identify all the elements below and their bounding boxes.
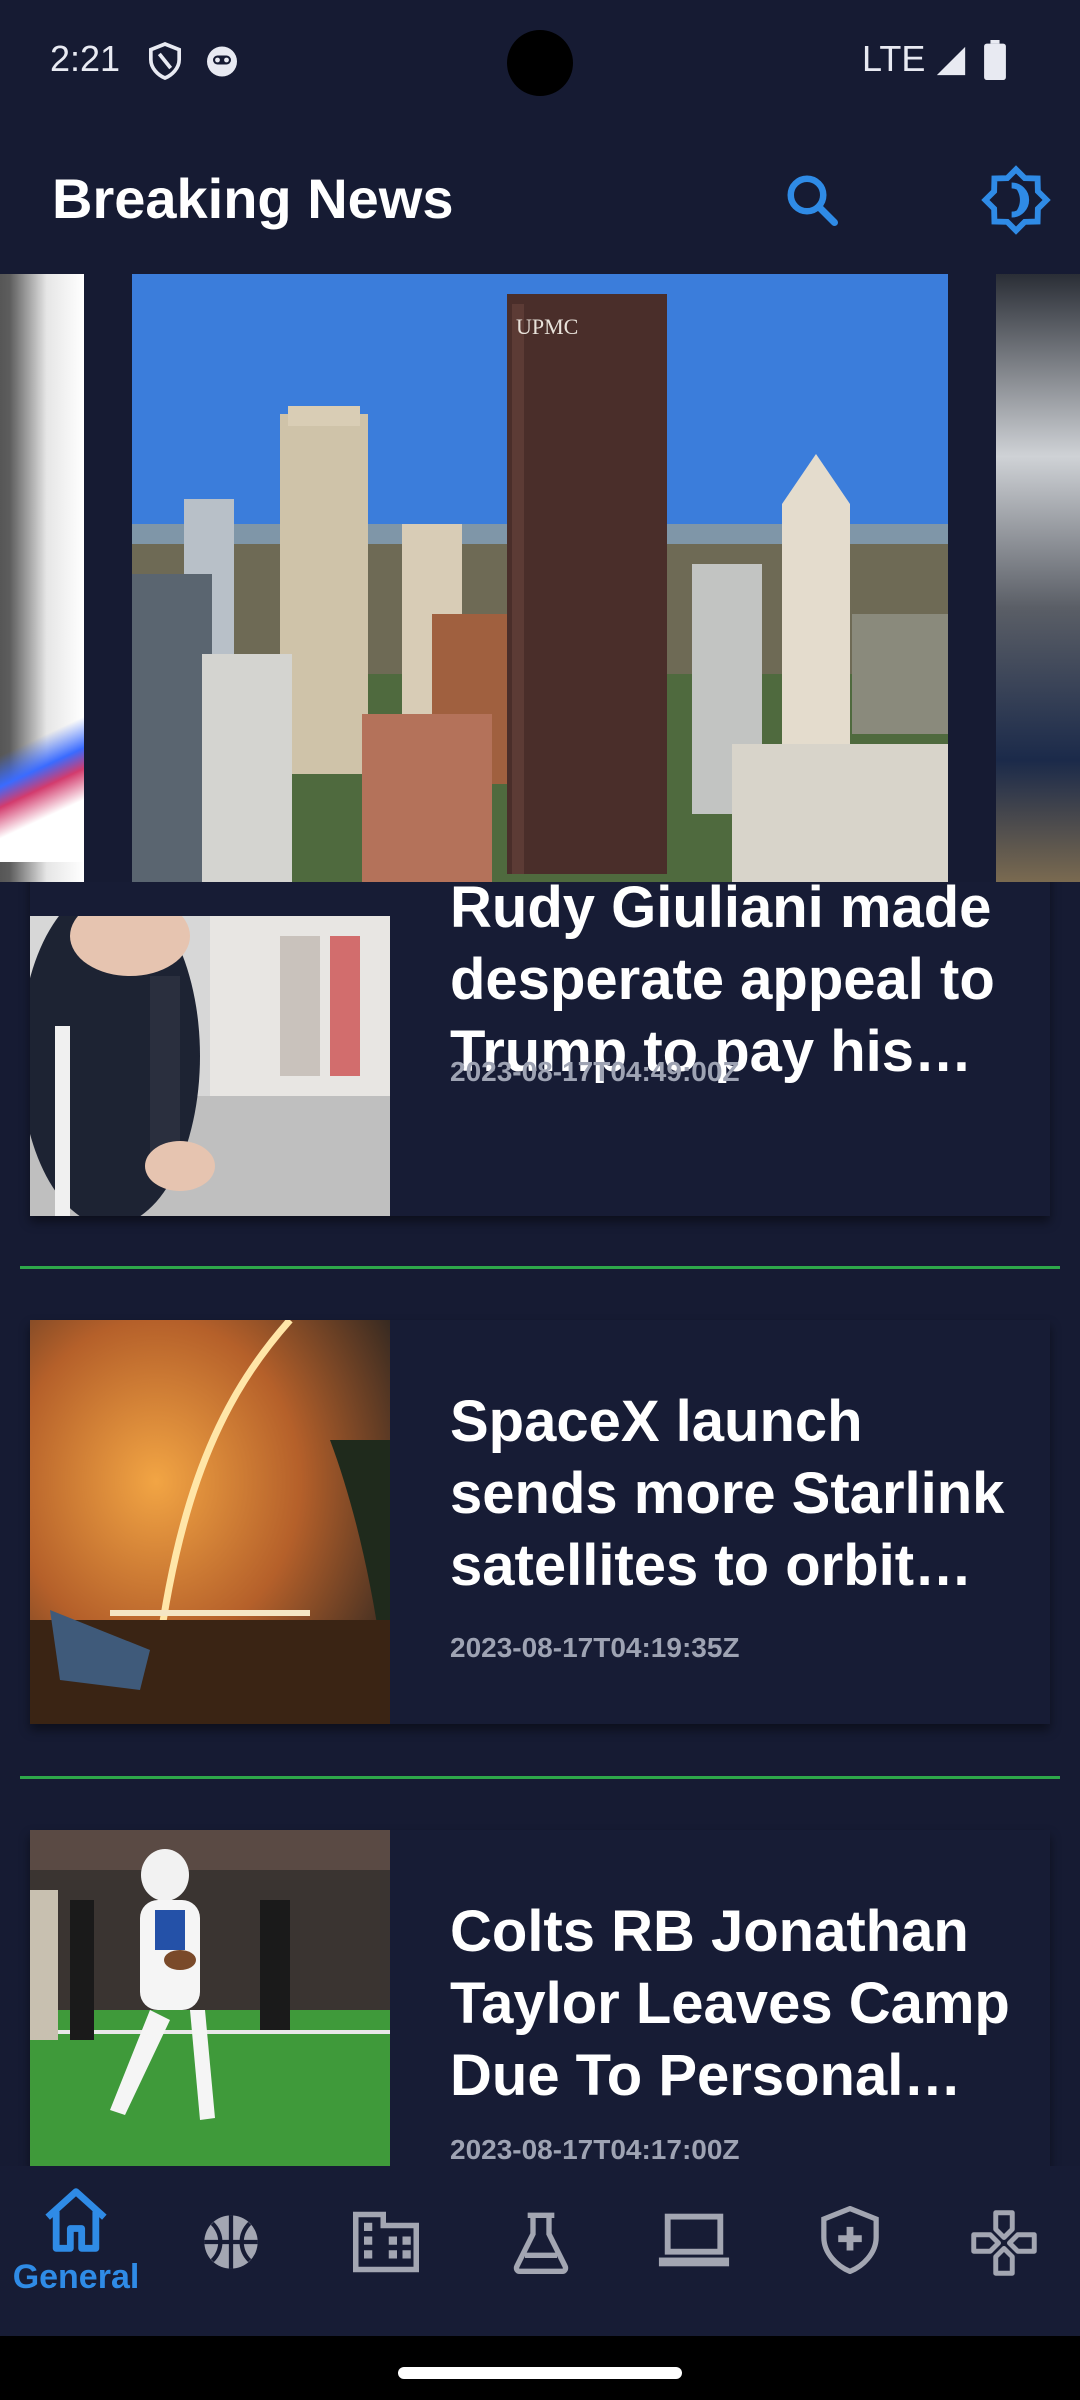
city-skyline-image: UPMC [132,274,948,882]
nav-label-general: General [12,2258,140,2296]
basketball-icon [204,2215,258,2269]
nav-item-science[interactable] [491,2210,591,2330]
nav-item-technology[interactable] [644,2210,744,2330]
status-bar: 2:21 LTE [0,0,1080,130]
carousel-slide-previous[interactable] [0,274,84,882]
article-date: 2023-08-17T04:17:00Z [450,2134,740,2165]
article-date: 2023-08-17T04:49:00Z [450,1056,740,1087]
nav-item-business[interactable] [336,2210,436,2330]
nav-item-general[interactable]: General [13,2186,139,2306]
article-title[interactable]: SpaceX launch sends more Starlink satell… [450,1386,1040,1602]
business-icon [353,2211,419,2273]
headline-carousel[interactable]: UPMC [0,274,1080,882]
camera-cutout [507,30,573,96]
nav-item-health[interactable] [800,2206,900,2326]
article-title[interactable]: Colts RB Jonathan Taylor Leaves Camp Due… [450,1896,1040,2112]
battery-icon [984,40,1006,85]
article-date: 2023-08-17T04:19:35Z [450,1632,740,1663]
face-icon [204,42,240,83]
carousel-slide-current[interactable]: UPMC [132,274,948,882]
gamepad-icon [971,2210,1037,2276]
search-button[interactable] [772,160,852,240]
nav-item-entertainment[interactable] [954,2210,1054,2330]
article-card[interactable]: Colts RB Jonathan Taylor Leaves Camp Due… [30,1830,1050,2166]
shield-icon [148,42,182,85]
theme-toggle-button[interactable] [976,160,1056,240]
divider [20,1776,1060,1779]
health-icon [821,2206,879,2274]
status-time: 2:21 [50,38,121,79]
signal-icon [934,44,968,83]
home-gesture-handle[interactable] [398,2367,682,2379]
search-icon [787,175,838,226]
laptop-icon [658,2213,730,2267]
divider [20,1266,1060,1269]
home-icon [45,2188,107,2252]
article-list[interactable]: Rudy Giuliani made desperate appeal to T… [0,882,1080,2166]
network-type: LTE [862,38,926,79]
page-title: Breaking News [52,167,454,230]
article-card[interactable]: Rudy Giuliani made desperate appeal to T… [30,882,1050,1216]
science-icon [513,2212,569,2274]
carousel-slide-next[interactable] [996,274,1080,882]
upmc-sign: UPMC [516,314,578,339]
article-thumbnail [30,1320,390,1724]
article-card[interactable]: SpaceX launch sends more Starlink satell… [30,1320,1050,1724]
bottom-navigation: General [0,2166,1080,2336]
brightness-icon [981,165,1051,235]
nav-item-sports[interactable] [181,2210,281,2330]
article-thumbnail [30,1830,390,2166]
article-thumbnail [30,916,390,1216]
